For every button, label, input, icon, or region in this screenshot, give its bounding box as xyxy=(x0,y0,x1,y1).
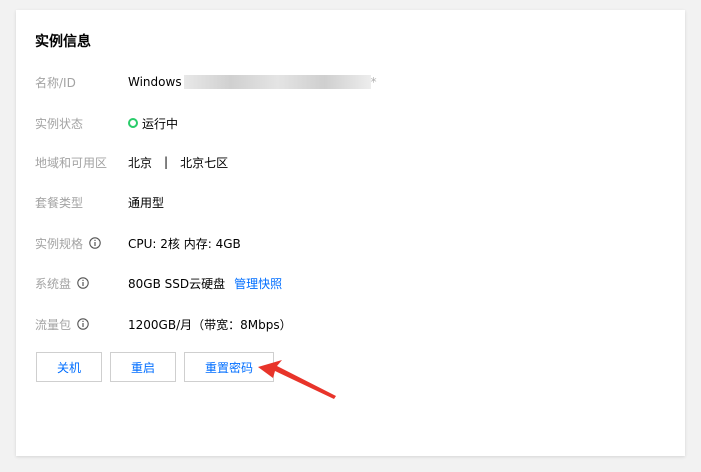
row-package: 套餐类型 通用型 xyxy=(35,192,164,212)
traffic-label: 流量包 xyxy=(35,317,72,332)
row-name-id: 名称/ID Windows * xyxy=(35,72,377,92)
annotation-arrow-icon xyxy=(258,360,336,399)
row-disk: 系统盘 80GB SSD云硬盘 管理快照 xyxy=(35,273,282,293)
instance-info-card: 实例信息 名称/ID Windows * 实例状态 运行中 地域和可用区 北京 … xyxy=(16,10,685,456)
status-label: 实例状态 xyxy=(35,116,84,131)
name-id-suffix: * xyxy=(370,75,377,89)
disk-text: 80GB SSD云硬盘 xyxy=(128,276,226,291)
row-traffic: 流量包 1200GB/月（带宽：8Mbps） xyxy=(35,314,292,334)
region-value: 北京 | 北京七区 xyxy=(128,154,228,171)
disk-label-wrap: 系统盘 xyxy=(35,275,128,292)
info-icon[interactable] xyxy=(89,237,101,249)
shutdown-button[interactable]: 关机 xyxy=(36,352,102,382)
status-value: 运行中 xyxy=(128,115,178,132)
region-text: 北京 xyxy=(128,155,153,170)
disk-label: 系统盘 xyxy=(35,276,72,291)
package-label: 套餐类型 xyxy=(35,195,84,210)
row-region: 地域和可用区 北京 | 北京七区 xyxy=(35,152,228,172)
region-label: 地域和可用区 xyxy=(35,155,108,170)
row-spec: 实例规格 CPU: 2核 内存: 4GB xyxy=(35,233,241,253)
spec-label: 实例规格 xyxy=(35,236,84,251)
info-icon[interactable] xyxy=(77,277,89,289)
restart-button[interactable]: 重启 xyxy=(110,352,176,382)
spec-value: CPU: 2核 内存: 4GB xyxy=(128,236,241,251)
zone-text: 北京七区 xyxy=(180,155,229,170)
disk-value: 80GB SSD云硬盘 管理快照 xyxy=(128,275,282,292)
masked-id-redaction xyxy=(183,75,371,89)
traffic-label-wrap: 流量包 xyxy=(35,316,128,333)
row-status: 实例状态 运行中 xyxy=(35,113,178,133)
traffic-value: 1200GB/月（带宽：8Mbps） xyxy=(128,317,292,332)
region-separator: | xyxy=(164,155,169,169)
name-id-value: Windows * xyxy=(128,75,377,89)
manage-snapshot-link[interactable]: 管理快照 xyxy=(234,275,282,292)
card-title: 实例信息 xyxy=(35,34,91,50)
name-id-label: 名称/ID xyxy=(35,75,76,90)
package-value: 通用型 xyxy=(128,195,165,210)
running-status-icon xyxy=(128,118,138,128)
status-text: 运行中 xyxy=(142,116,179,131)
name-id-prefix: Windows xyxy=(128,75,182,89)
spec-label-wrap: 实例规格 xyxy=(35,235,128,252)
info-icon[interactable] xyxy=(77,318,89,330)
